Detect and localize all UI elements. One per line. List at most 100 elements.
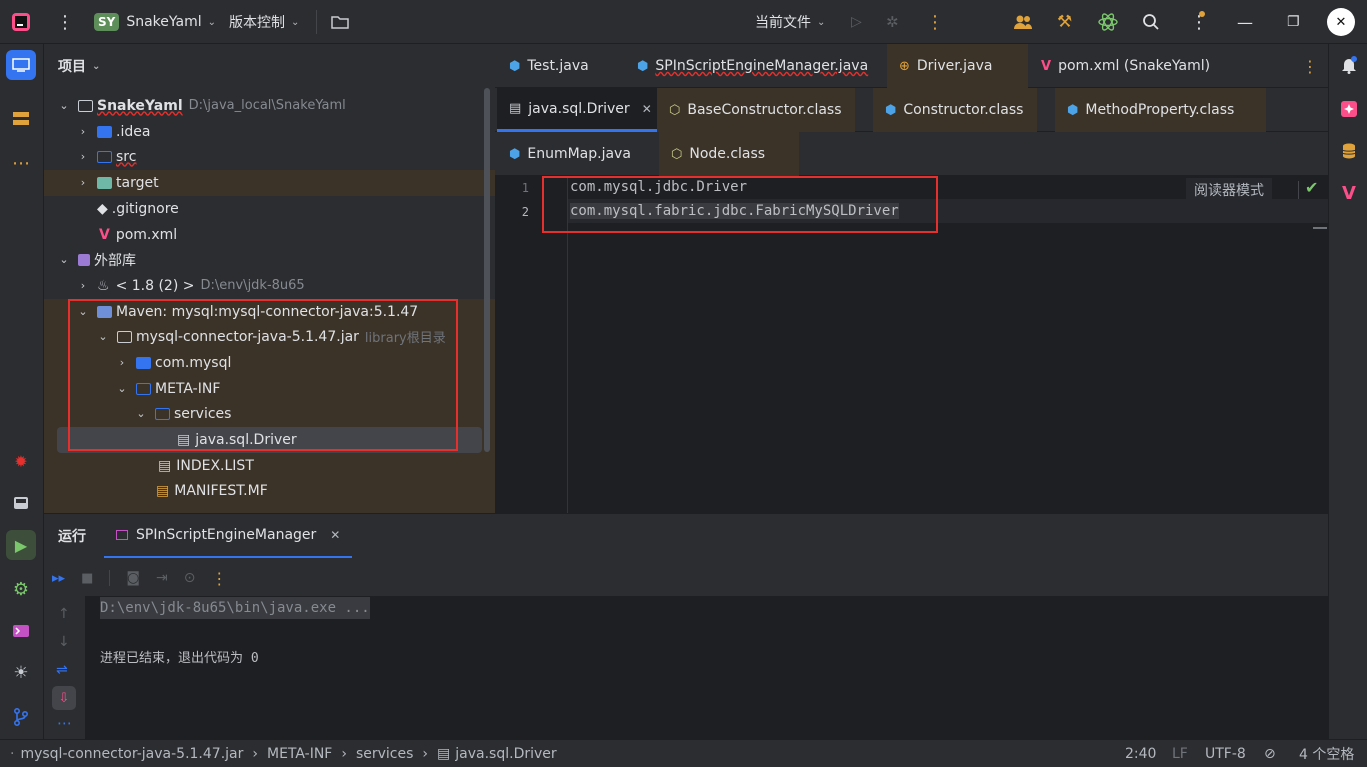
project-switcher[interactable]: SY SnakeYaml ⌄ bbox=[94, 0, 216, 44]
run-tab[interactable]: SPInScriptEngineManager ✕ bbox=[104, 514, 353, 558]
breadcrumb-item[interactable]: mysql-connector-java-5.1.47.jar bbox=[20, 746, 243, 762]
close-window-icon[interactable]: ✕ bbox=[1327, 0, 1355, 44]
tree-item-target[interactable]: › target bbox=[44, 170, 495, 196]
tabs-menu-icon[interactable]: ⋮ bbox=[1290, 44, 1330, 88]
tab-methodproperty[interactable]: ⬢ MethodProperty.class bbox=[1055, 88, 1266, 132]
vcs-label: 版本控制 bbox=[229, 15, 285, 31]
class-file-icon: ⬡ bbox=[669, 102, 681, 118]
tree-label: INDEX.LIST bbox=[176, 457, 254, 474]
tree-item-pom[interactable]: V pom.xml bbox=[44, 222, 495, 248]
tree-item-idea[interactable]: › .idea bbox=[44, 119, 495, 145]
more-options-icon[interactable]: ⋯ bbox=[57, 714, 72, 732]
search-icon[interactable] bbox=[1142, 0, 1160, 44]
gitignore-icon: ◆ bbox=[97, 200, 108, 217]
folder-icon[interactable] bbox=[331, 0, 349, 44]
tab-enummap[interactable]: ⬢ EnumMap.java bbox=[497, 132, 643, 176]
more-actions-icon[interactable]: ⋮ bbox=[926, 0, 944, 44]
tab-spinscript[interactable]: ⬢ SPInScriptEngineManager.java bbox=[625, 44, 880, 88]
git-icon[interactable] bbox=[6, 702, 36, 732]
tab-baseconstructor[interactable]: ⬡ BaseConstructor.class bbox=[657, 88, 855, 132]
tree-label: 外部库 bbox=[94, 252, 136, 269]
chevron-down-icon: ⌄ bbox=[59, 253, 69, 267]
ai-assistant-icon[interactable] bbox=[1097, 0, 1119, 44]
readonly-lock-icon[interactable]: ⊘ bbox=[1264, 746, 1276, 762]
more-icon[interactable]: ⋮ bbox=[211, 569, 227, 588]
exit-icon[interactable]: ⇥ bbox=[156, 570, 168, 586]
tab-driver-java[interactable]: ⊕ Driver.java bbox=[887, 44, 1028, 88]
database-icon[interactable] bbox=[1334, 136, 1364, 166]
structure-icon[interactable] bbox=[6, 104, 36, 134]
maven-file-icon: V bbox=[1041, 58, 1052, 74]
breadcrumb-item[interactable]: META-INF bbox=[267, 746, 332, 762]
caret-position[interactable]: 2:40 bbox=[1125, 746, 1156, 762]
plugin-icon[interactable] bbox=[1334, 94, 1364, 124]
chevron-right-icon: › bbox=[80, 150, 86, 164]
tree-label: .gitignore bbox=[111, 200, 179, 217]
console-line: 进程已结束，退出代码为 0 bbox=[100, 651, 259, 666]
vcs-menu[interactable]: 版本控制 ⌄ bbox=[229, 0, 299, 44]
build-tools-icon[interactable]: ⚒ bbox=[1057, 0, 1072, 44]
tab-label: SPInScriptEngineManager.java bbox=[655, 58, 869, 74]
minimize-icon[interactable]: — bbox=[1237, 0, 1253, 44]
tree-item-snakeyaml[interactable]: ⌄ SnakeYaml D:\java_local\SnakeYaml bbox=[44, 93, 495, 119]
run-icon[interactable]: ▷ bbox=[851, 0, 862, 44]
services-icon[interactable] bbox=[6, 488, 36, 518]
indent-setting[interactable]: 4 个空格 bbox=[1299, 744, 1354, 764]
tree-label: .idea bbox=[116, 123, 151, 140]
notifications-icon[interactable] bbox=[1334, 50, 1364, 80]
scroll-up-icon[interactable]: ↑ bbox=[58, 606, 70, 622]
soft-wrap-icon[interactable]: ⇌ bbox=[56, 662, 68, 678]
problems-icon[interactable]: ☀ bbox=[6, 658, 36, 688]
tab-label: Node.class bbox=[689, 146, 766, 162]
settings-icon[interactable]: ⊙ bbox=[184, 570, 196, 586]
scroll-down-icon[interactable]: ↓ bbox=[58, 634, 70, 650]
dump-threads-icon[interactable]: ◙ bbox=[126, 570, 140, 586]
tree-item-src[interactable]: › src bbox=[44, 144, 495, 170]
maven-file-icon: V bbox=[99, 226, 110, 243]
debug-icon[interactable]: ✲ bbox=[886, 0, 899, 44]
stop-icon[interactable]: ■ bbox=[81, 571, 93, 586]
main-menu-icon[interactable]: ⋮ bbox=[56, 0, 74, 44]
tree-item-index-list[interactable]: ▤ INDEX.LIST bbox=[44, 453, 495, 479]
divider bbox=[1298, 181, 1299, 199]
tab-java-sql-driver[interactable]: ▤ java.sql.Driver ✕ bbox=[497, 88, 664, 132]
project-view-icon[interactable] bbox=[6, 50, 36, 80]
file-encoding[interactable]: UTF-8 bbox=[1205, 746, 1246, 762]
run-config-selector[interactable]: 当前文件 ⌄ bbox=[755, 0, 825, 44]
reader-mode-button[interactable]: 阅读器模式 bbox=[1186, 178, 1272, 202]
code-with-me-icon[interactable] bbox=[1013, 0, 1033, 44]
more-tools-icon[interactable]: ⋯ bbox=[6, 148, 36, 178]
inspection-ok-icon[interactable]: ✔ bbox=[1305, 178, 1318, 197]
close-tab-icon[interactable]: ✕ bbox=[642, 102, 652, 116]
build-icon[interactable]: ⚙ bbox=[6, 574, 36, 604]
tab-node-class[interactable]: ⬡ Node.class bbox=[659, 132, 799, 176]
chevron-right-icon: › bbox=[80, 125, 86, 139]
tree-scrollbar[interactable] bbox=[484, 88, 490, 452]
tree-item-external-libraries[interactable]: ⌄ 外部库 bbox=[44, 247, 495, 273]
app-logo-icon[interactable] bbox=[10, 0, 32, 44]
run-tool-icon[interactable]: ▶ bbox=[6, 530, 36, 560]
restore-icon[interactable]: ❐ bbox=[1287, 0, 1300, 44]
folder-icon bbox=[97, 125, 112, 138]
tree-item-manifest[interactable]: ▤ MANIFEST.MF bbox=[44, 478, 495, 504]
terminal-icon[interactable] bbox=[6, 616, 36, 646]
settings-menu-icon[interactable]: ⋮ bbox=[1190, 0, 1208, 44]
scroll-to-end-icon[interactable]: ⇩ bbox=[52, 686, 76, 710]
tab-test-java[interactable]: ⬢ Test.java bbox=[497, 44, 601, 88]
breadcrumb-item[interactable]: services bbox=[356, 746, 413, 762]
tab-pom-xml[interactable]: V pom.xml (SnakeYaml) bbox=[1029, 44, 1222, 88]
debug-tool-icon[interactable]: ✹ bbox=[6, 446, 36, 476]
project-panel-header[interactable]: 项目 ⌄ bbox=[44, 44, 495, 88]
line-separator[interactable]: LF bbox=[1172, 746, 1188, 762]
tree-item-gitignore[interactable]: ◆ .gitignore bbox=[44, 196, 495, 222]
editor: ⬢ Test.java ⬢ SPInScriptEngineManager.ja… bbox=[495, 44, 1328, 513]
rerun-icon[interactable]: ▸▸ bbox=[52, 571, 65, 586]
tree-item-jdk[interactable]: › ♨ < 1.8 (2) > D:\env\jdk-8u65 bbox=[44, 273, 495, 299]
maven-icon[interactable]: V bbox=[1334, 178, 1364, 208]
close-tab-icon[interactable]: ✕ bbox=[330, 528, 340, 542]
console-output[interactable]: D:\env\jdk-8u65\bin\java.exe ... 进程已结束，退… bbox=[85, 596, 1328, 740]
line-number: 2 bbox=[521, 205, 529, 219]
breadcrumb-item[interactable]: java.sql.Driver bbox=[455, 746, 556, 762]
java-class-icon: ⬢ bbox=[1067, 102, 1079, 118]
tab-constructor[interactable]: ⬢ Constructor.class bbox=[873, 88, 1037, 132]
